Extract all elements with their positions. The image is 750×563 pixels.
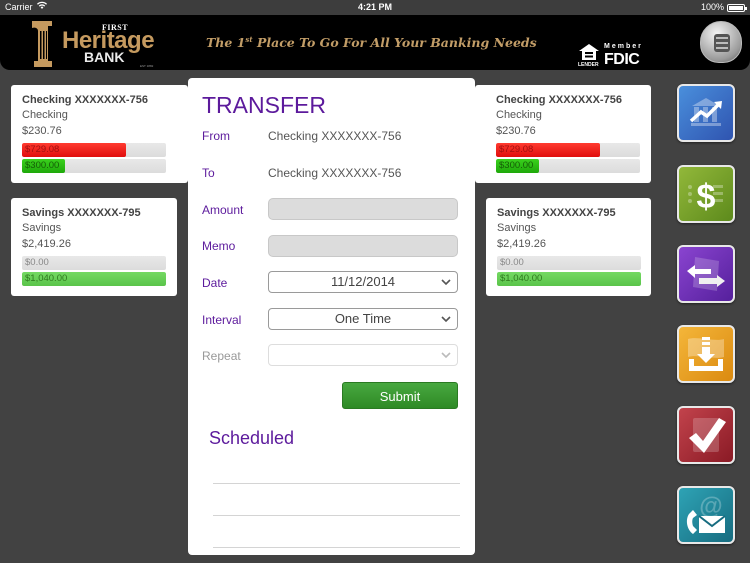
account-bar: $1,040.00: [22, 272, 166, 286]
bar-label: $300.00: [499, 160, 534, 171]
phone-mail-icon: @: [686, 493, 726, 534]
checkmark-icon: [689, 418, 726, 453]
equal-housing-lender-icon: LENDER: [578, 43, 600, 69]
memo-input[interactable]: [268, 235, 458, 257]
bar-label: $729.08: [25, 144, 60, 155]
fdic-logo: Member FDIC: [604, 43, 643, 69]
bar-label: $300.00: [25, 160, 60, 171]
tagline: The 1st Place To Go For All Your Banking…: [206, 35, 537, 50]
account-balance: $230.76: [22, 125, 62, 137]
account-balance: $230.76: [496, 125, 536, 137]
amount-input[interactable]: [268, 198, 458, 220]
nav-accounts-button[interactable]: [677, 84, 735, 142]
nav-transfer-button[interactable]: [677, 245, 735, 303]
account-type: Checking: [496, 109, 542, 121]
scheduled-title: Scheduled: [209, 428, 295, 448]
account-card[interactable]: Checking XXXXXXX-756 Checking $230.76 $7…: [475, 85, 651, 183]
date-select[interactable]: 11/12/2014: [268, 271, 458, 293]
interval-value: One Time: [334, 311, 392, 326]
account-bar: $300.00: [22, 159, 166, 173]
account-name: Checking XXXXXXX-756: [496, 94, 622, 106]
deposit-download-icon: [688, 337, 724, 371]
date-label: Date: [202, 276, 228, 290]
scheduled-row-divider: [213, 547, 460, 548]
transfer-title: TRANSFER: [202, 92, 326, 118]
account-card[interactable]: Savings XXXXXXX-795 Savings $2,419.26 $0…: [486, 198, 651, 296]
bar-label: $0.00: [500, 257, 524, 268]
battery-icon: [727, 4, 747, 12]
account-bar: $729.08: [22, 143, 166, 157]
account-balance: $2,419.26: [22, 238, 71, 250]
bar-label: $729.08: [499, 144, 534, 155]
pillar-icon: [32, 21, 52, 67]
fdic-member: Member: [604, 43, 643, 50]
from-account-select[interactable]: Checking XXXXXXX-756: [268, 129, 401, 143]
battery-percent: 100%: [700, 2, 724, 12]
repeat-label: Repeat: [202, 349, 241, 363]
account-bar: $300.00: [496, 159, 640, 173]
logo-est: EST 1882: [140, 64, 154, 68]
account-bar: $0.00: [497, 256, 641, 270]
chevron-down-icon: [441, 316, 451, 323]
nav-billpay-button[interactable]: $: [677, 165, 735, 223]
bar-label: $1,040.00: [25, 273, 68, 284]
ehl-label: LENDER: [578, 62, 599, 68]
interval-label: Interval: [202, 313, 242, 327]
chevron-down-icon: [441, 352, 451, 359]
account-type: Savings: [497, 222, 537, 234]
scheduled-row-divider: [213, 515, 460, 516]
amount-label: Amount: [202, 203, 244, 217]
nav-contact-button[interactable]: @: [677, 486, 735, 544]
submit-button[interactable]: Submit: [342, 382, 458, 409]
bar-label: $1,040.00: [500, 273, 543, 284]
account-name: Checking XXXXXXX-756: [22, 94, 148, 106]
repeat-select[interactable]: [268, 344, 458, 366]
transfer-panel: TRANSFER From Checking XXXXXXX-756 To Ch…: [188, 78, 475, 555]
interval-select[interactable]: One Time: [268, 308, 458, 330]
nav-approvals-button[interactable]: [677, 406, 735, 464]
transfer-arrows-icon: [687, 257, 725, 291]
tagline-pre: The 1: [206, 35, 246, 51]
account-type: Checking: [22, 109, 68, 121]
status-bar: Carrier 4:21 PM 100%: [0, 0, 750, 15]
account-name: Savings XXXXXXX-795: [497, 207, 616, 219]
account-balance: $2,419.26: [497, 238, 546, 250]
clock: 4:21 PM: [357, 2, 392, 12]
account-bar: $1,040.00: [497, 272, 641, 286]
svg-text:$: $: [697, 178, 716, 216]
nav-deposit-button[interactable]: [677, 325, 735, 383]
fdic-text: FDIC: [604, 51, 640, 68]
account-bar: $729.08: [496, 143, 640, 157]
tagline-post: Place To Go For All Your Banking Needs: [252, 35, 537, 51]
memo-label: Memo: [202, 239, 236, 253]
lock-icon: [714, 34, 730, 52]
to-label: To: [202, 166, 215, 180]
account-name: Savings XXXXXXX-795: [22, 207, 141, 219]
account-card[interactable]: Checking XXXXXXX-756 Checking $230.76 $7…: [11, 85, 188, 183]
bar-label: $0.00: [25, 257, 49, 268]
logo-bank: BANK: [84, 49, 125, 65]
bank-chart-icon: [689, 98, 722, 126]
lock-button[interactable]: [700, 21, 742, 63]
header-banner: FIRST Heritage BANK EST 1882 The 1st Pla…: [0, 15, 750, 70]
to-account-select[interactable]: Checking XXXXXXX-756: [268, 166, 401, 180]
account-card[interactable]: Savings XXXXXXX-795 Savings $2,419.26 $0…: [11, 198, 177, 296]
bank-logo[interactable]: FIRST Heritage BANK EST 1882: [26, 17, 166, 69]
scheduled-row-divider: [213, 483, 460, 484]
dollar-icon: $: [688, 178, 723, 216]
chevron-down-icon: [441, 279, 451, 286]
tagline-sup: st: [245, 35, 253, 44]
from-label: From: [202, 129, 230, 143]
account-bar: $0.00: [22, 256, 166, 270]
date-value: 11/12/2014: [330, 274, 396, 289]
account-type: Savings: [22, 222, 62, 234]
svg-text:@: @: [699, 493, 722, 520]
